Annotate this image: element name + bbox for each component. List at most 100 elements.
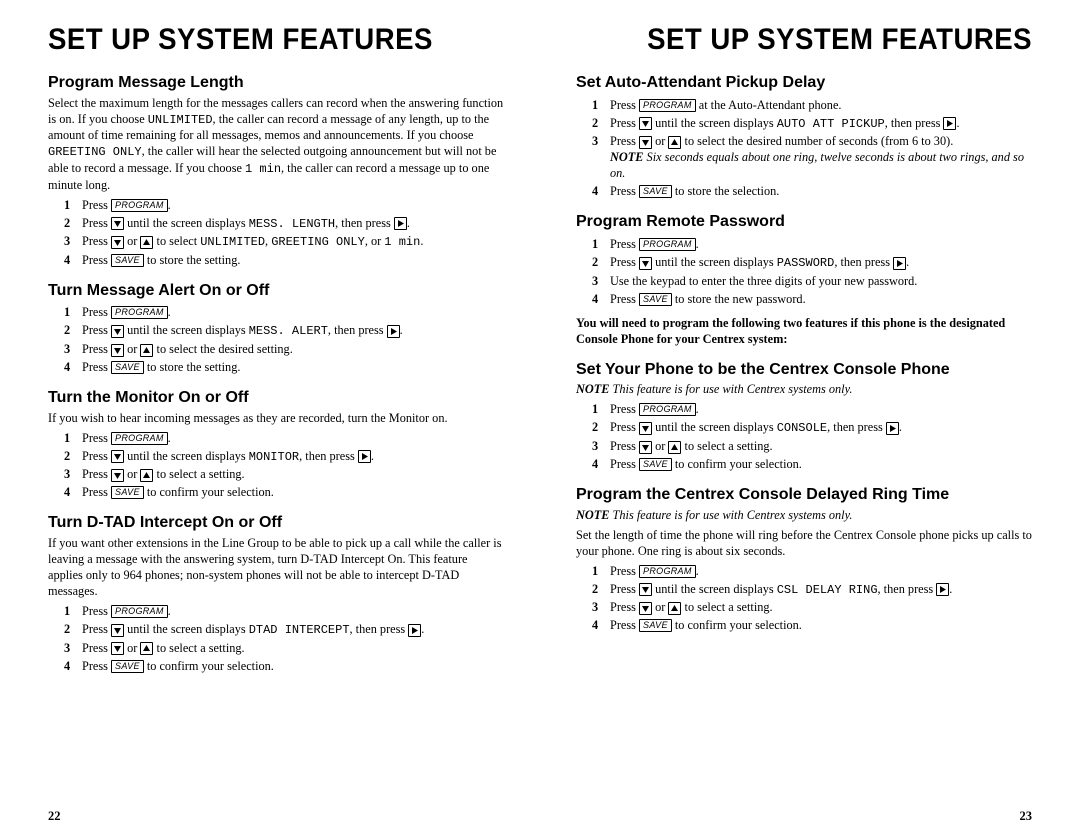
step-number: 4 <box>64 485 82 501</box>
t: Press <box>610 439 639 453</box>
t: or <box>652 439 668 453</box>
t: . <box>696 402 699 416</box>
up-arrow-icon <box>140 344 153 357</box>
t: , then press <box>328 323 387 337</box>
t: Press <box>610 420 639 434</box>
list-item: 4Press SAVE to confirm your selection. <box>64 659 504 675</box>
step-text: Press or to select a setting. <box>610 600 1032 616</box>
right-arrow-icon <box>936 583 949 596</box>
page-spread: Set Up System Features Program Message L… <box>0 0 1080 834</box>
steps-message-alert: 1Press PROGRAM. 2Press until the screen … <box>48 305 504 376</box>
t: Press <box>82 431 111 445</box>
step-text: Press SAVE to confirm your selection. <box>610 457 1032 473</box>
down-arrow-icon <box>639 136 652 149</box>
right-arrow-icon <box>394 217 407 230</box>
t: or <box>124 342 140 356</box>
t: , then press <box>834 255 893 269</box>
t: to store the setting. <box>144 360 241 374</box>
mono-text: CSL DELAY RING <box>777 583 878 597</box>
heading-program-message-length: Program Message Length <box>48 73 504 94</box>
mono-text: 1 min <box>245 162 281 176</box>
t: or <box>124 467 140 481</box>
steps-remote-password: 1Press PROGRAM. 2Press until the screen … <box>576 237 1032 308</box>
mono-text: MESS. LENGTH <box>249 217 335 231</box>
step-number: 2 <box>592 420 610 436</box>
step-number: 3 <box>64 342 82 358</box>
t: to select the desired number of seconds … <box>681 134 953 148</box>
t: to confirm your selection. <box>672 618 802 632</box>
steps-delayed-ring: 1Press PROGRAM. 2Press until the screen … <box>576 564 1032 635</box>
t: until the screen displays <box>124 323 249 337</box>
note-text: This feature is for use with Centrex sys… <box>609 508 852 522</box>
t: to select a setting. <box>681 600 772 614</box>
heading-delayed-ring: Program the Centrex Console Delayed Ring… <box>576 485 1032 506</box>
down-arrow-icon <box>111 236 124 249</box>
step-number: 1 <box>64 604 82 620</box>
up-arrow-icon <box>668 136 681 149</box>
mono-text: CONSOLE <box>777 421 827 435</box>
t: , then press <box>335 216 394 230</box>
list-item: 1Press PROGRAM. <box>592 237 1032 253</box>
heading-monitor: Turn the Monitor On or Off <box>48 388 504 409</box>
step-text: Press PROGRAM. <box>82 305 504 321</box>
step-number: 4 <box>592 457 610 473</box>
down-arrow-icon <box>639 117 652 130</box>
step-number: 2 <box>64 622 82 638</box>
mono-text: MONITOR <box>249 450 299 464</box>
list-item: 3Press or to select a setting. <box>592 439 1032 455</box>
t: Press <box>82 360 111 374</box>
step-text: Press SAVE to confirm your selection. <box>82 659 504 675</box>
step-number: 3 <box>592 600 610 616</box>
save-keycap: SAVE <box>639 458 672 471</box>
step-number: 1 <box>64 198 82 214</box>
step-number: 1 <box>64 431 82 447</box>
t: . <box>696 237 699 251</box>
t: to confirm your selection. <box>672 457 802 471</box>
down-arrow-icon <box>639 602 652 615</box>
list-item: 3Press or to select a setting. <box>592 600 1032 616</box>
t: . <box>168 198 171 212</box>
t: to select a setting. <box>153 467 244 481</box>
heading-auto-attendant: Set Auto-Attendant Pickup Delay <box>576 73 1032 94</box>
step-text: Press SAVE to store the selection. <box>610 184 1032 200</box>
page-right: Set Up System Features Set Auto-Attendan… <box>540 0 1080 834</box>
step-text: Press until the screen displays AUTO ATT… <box>610 116 1032 133</box>
step-text: Press PROGRAM. <box>610 237 1032 253</box>
t: or <box>124 641 140 655</box>
t: Press <box>610 582 639 596</box>
list-item: 2Press until the screen displays DTAD IN… <box>64 622 504 639</box>
t: until the screen displays <box>124 449 249 463</box>
down-arrow-icon <box>111 217 124 230</box>
t: Press <box>610 98 639 112</box>
step-number: 1 <box>64 305 82 321</box>
t: at the Auto-Attendant phone. <box>696 98 842 112</box>
step-number: 2 <box>64 449 82 465</box>
t: , then press <box>350 622 409 636</box>
t: Press <box>82 659 111 673</box>
t: , then press <box>885 116 944 130</box>
step-text: Press SAVE to confirm your selection. <box>610 618 1032 634</box>
t: , then press <box>299 449 358 463</box>
right-arrow-icon <box>408 624 421 637</box>
step-number: 3 <box>592 439 610 455</box>
t: Press <box>610 618 639 632</box>
step-text: Press SAVE to store the new password. <box>610 292 1032 308</box>
save-keycap: SAVE <box>111 660 144 673</box>
save-keycap: SAVE <box>639 293 672 306</box>
t: until the screen displays <box>652 116 777 130</box>
step-text: Press until the screen displays CSL DELA… <box>610 582 1032 599</box>
step-text: Press or to select the desired setting. <box>82 342 504 358</box>
step-text: Press PROGRAM. <box>610 564 1032 580</box>
steps-auto-attendant: 1Press PROGRAM at the Auto-Attendant pho… <box>576 98 1032 201</box>
t: Press <box>610 184 639 198</box>
mono-text: PASSWORD <box>777 256 835 270</box>
list-item: 1Press PROGRAM. <box>64 604 504 620</box>
step-number: 2 <box>592 582 610 598</box>
list-item: 1Press PROGRAM at the Auto-Attendant pho… <box>592 98 1032 114</box>
t: to select the desired setting. <box>153 342 292 356</box>
list-item: 3Use the keypad to enter the three digit… <box>592 274 1032 290</box>
step-number: 4 <box>64 360 82 376</box>
list-item: 1Press PROGRAM. <box>592 564 1032 580</box>
steps-dtad: 1Press PROGRAM. 2Press until the screen … <box>48 604 504 675</box>
step-number: 2 <box>592 255 610 271</box>
